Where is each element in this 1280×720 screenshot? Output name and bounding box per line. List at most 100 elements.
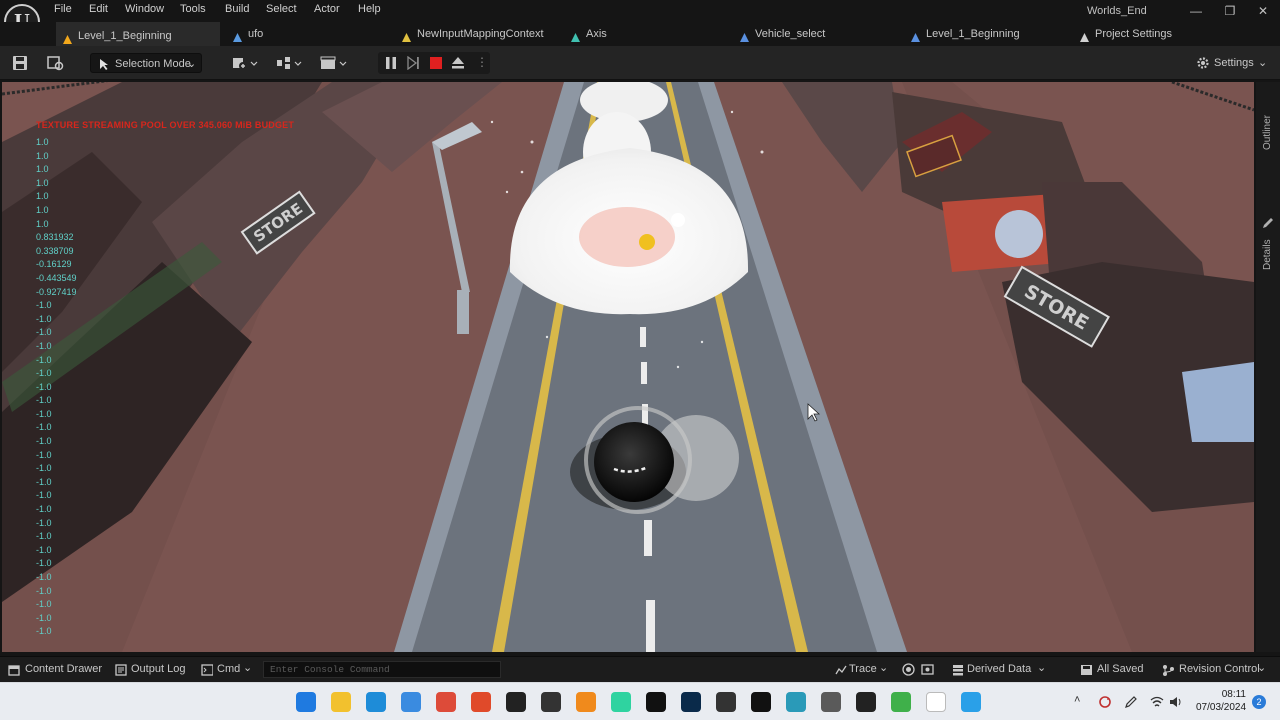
pycharm-icon[interactable] <box>646 692 666 712</box>
texture-streaming-warning: TEXTURE STREAMING POOL OVER 345.060 MiB … <box>36 120 295 130</box>
frame-skip-icon[interactable] <box>406 56 420 70</box>
debug-value: -1.0 <box>36 395 52 406</box>
save-icon[interactable] <box>12 55 28 71</box>
search-app-icon[interactable] <box>856 692 876 712</box>
pen-icon[interactable] <box>1124 695 1138 709</box>
tab-ufo[interactable]: ufo <box>226 22 386 46</box>
derived-data-dropdown[interactable]: Derived Data <box>967 663 1031 675</box>
tab-label: Level_1_Beginning <box>78 30 172 42</box>
debug-value: 1.0 <box>36 137 49 147</box>
tab-project-settings[interactable]: Project Settings <box>1073 22 1213 46</box>
chevron-down-icon[interactable]: ⌄ <box>879 661 888 674</box>
tab-vehicle-select[interactable]: Vehicle_select <box>733 22 893 46</box>
add-content-icon[interactable] <box>232 55 260 71</box>
debug-value: -1.0 <box>36 585 52 596</box>
details-tab[interactable]: Details <box>1262 239 1273 270</box>
chevron-down-icon[interactable]: ⌄ <box>1257 661 1266 674</box>
unreal-engine-icon[interactable] <box>751 692 771 712</box>
menu-tools[interactable]: Tools <box>180 3 206 15</box>
menu-edit[interactable]: Edit <box>89 3 108 15</box>
selection-mode-dropdown[interactable]: Selection Mode ⌄ <box>90 53 202 73</box>
debug-value: -1.0 <box>36 368 52 379</box>
outliner-tab[interactable]: Outliner <box>1262 115 1273 150</box>
debug-value: -1.0 <box>36 544 52 555</box>
settings-label: Settings <box>1214 57 1254 69</box>
app-green-icon[interactable] <box>611 692 631 712</box>
headphones-app-icon[interactable] <box>471 692 491 712</box>
debug-value: -1.0 <box>36 476 52 487</box>
trace-dropdown[interactable]: Trace <box>849 663 877 675</box>
blender-icon[interactable] <box>576 692 596 712</box>
cmd-dropdown[interactable]: Cmd <box>217 663 240 675</box>
chevron-down-icon[interactable]: ⌄ <box>243 661 252 674</box>
sync-icon[interactable] <box>1098 695 1112 709</box>
chevron-down-icon[interactable]: ⌄ <box>1037 661 1046 674</box>
content-drawer-button[interactable]: Content Drawer <box>25 663 102 675</box>
menu-actor[interactable]: Actor <box>314 3 340 15</box>
input-action-icon <box>570 28 581 42</box>
obs-icon[interactable] <box>541 692 561 712</box>
menu-window[interactable]: Window <box>125 3 164 15</box>
pause-icon[interactable] <box>384 56 398 70</box>
epic-games-icon[interactable] <box>506 692 526 712</box>
eject-icon[interactable] <box>451 56 465 70</box>
blueprints-icon[interactable] <box>276 55 304 71</box>
browse-level-icon[interactable] <box>47 55 65 71</box>
tab-level-1-beginning[interactable]: Level_1_Beginning <box>904 22 1064 46</box>
status-bar: Content Drawer Output Log Cmd ⌄ Enter Co… <box>0 656 1280 682</box>
debug-value: -1.0 <box>36 300 52 311</box>
notification-badge[interactable]: 2 <box>1252 695 1266 709</box>
photoshop-icon[interactable] <box>681 692 701 712</box>
settings-dropdown[interactable]: Settings ⌄ <box>1196 53 1270 73</box>
chevron-up-icon[interactable]: ˄ <box>1074 694 1080 706</box>
notepad-icon[interactable] <box>926 692 946 712</box>
debug-value: -1.0 <box>36 408 52 419</box>
menu-help[interactable]: Help <box>358 3 381 15</box>
minimize-icon[interactable]: — <box>1186 4 1206 18</box>
menu-select[interactable]: Select <box>266 3 297 15</box>
all-saved-icon <box>1081 665 1092 675</box>
menu-file[interactable]: File <box>54 3 72 15</box>
maximize-icon[interactable]: ❐ <box>1220 4 1240 18</box>
file-explorer-icon[interactable] <box>331 692 351 712</box>
level-viewport[interactable]: STORE STORE TEXTURE STREAMING POOL OVER … <box>2 82 1254 652</box>
debug-value: 1.0 <box>36 150 49 161</box>
debug-value: 1.0 <box>36 164 49 175</box>
chrome-icon[interactable] <box>436 692 456 712</box>
snipping-tool-icon[interactable] <box>821 692 841 712</box>
edge-icon[interactable] <box>366 692 386 712</box>
stop-icon[interactable] <box>429 56 443 70</box>
cinematics-icon[interactable] <box>320 55 348 71</box>
output-log-button[interactable]: Output Log <box>131 663 185 675</box>
menu-build[interactable]: Build <box>225 3 249 15</box>
derived-data-icon <box>953 665 963 676</box>
volume-icon[interactable] <box>1168 695 1182 709</box>
photos-icon[interactable] <box>401 692 421 712</box>
debug-value: 0.831932 <box>36 232 74 243</box>
wifi-icon[interactable] <box>1150 695 1164 709</box>
system-clock[interactable]: 08:11 07/03/2024 <box>1196 688 1246 714</box>
zbrush-icon[interactable] <box>716 692 736 712</box>
teams-app-icon[interactable] <box>961 692 981 712</box>
tab-label: Level_1_Beginning <box>926 28 1020 40</box>
tab-label: ufo <box>248 28 264 40</box>
debug-value: -1.0 <box>36 612 52 623</box>
more-options-icon[interactable]: ⋮ <box>476 55 488 69</box>
debug-value: -1.0 <box>36 422 52 433</box>
tab-axis[interactable]: Axis <box>564 22 724 46</box>
all-saved-button[interactable]: All Saved <box>1097 663 1143 675</box>
debug-value: -1.0 <box>36 381 52 392</box>
console-command-input[interactable]: Enter Console Command <box>263 661 501 678</box>
record-icon[interactable] <box>902 663 915 676</box>
game-scene: STORE STORE <box>2 82 1254 652</box>
revision-control-dropdown[interactable]: Revision Control <box>1179 663 1260 675</box>
tab-level-1-beginning[interactable]: Level_1_Beginning <box>56 22 220 46</box>
windows-start-icon[interactable] <box>296 692 316 712</box>
tab-newinputmappingcontext[interactable]: NewInputMappingContext <box>395 22 555 46</box>
xbox-icon[interactable] <box>891 692 911 712</box>
marvelous-icon[interactable] <box>786 692 806 712</box>
input-mapping-icon <box>401 28 412 42</box>
debug-value: -1.0 <box>36 490 52 501</box>
close-icon[interactable]: ✕ <box>1253 4 1273 18</box>
screenshot-icon[interactable] <box>921 663 934 676</box>
